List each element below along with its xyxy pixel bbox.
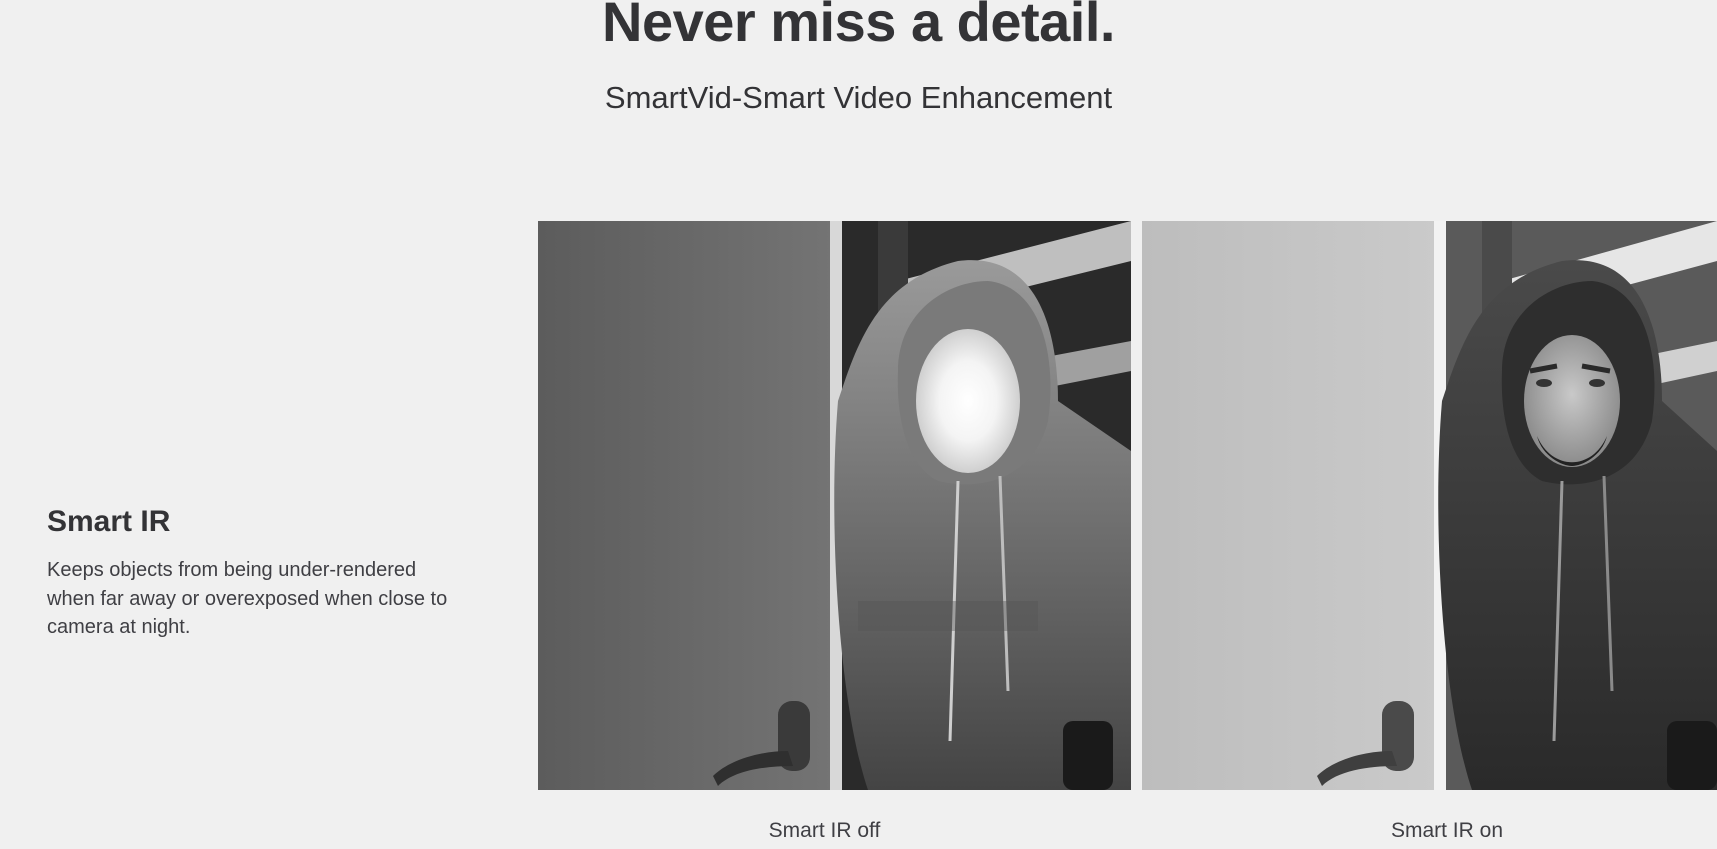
smart-ir-on-photo — [1142, 221, 1717, 790]
smart-ir-on-caption: Smart IR on — [1390, 819, 1504, 842]
feature-description: Keeps objects from being under-rendered … — [47, 559, 448, 638]
page-subtitle: SmartVid-Smart Video Enhancement — [604, 80, 1113, 115]
page-title: Never miss a detail. — [602, 0, 1115, 53]
smart-ir-off-photo — [538, 221, 1131, 790]
smart-ir-off-image — [538, 221, 1131, 790]
page: Never miss a detail. SmartVid-Smart Vide… — [0, 0, 1717, 849]
feature-title: Smart IR — [47, 505, 171, 538]
feature-description-block: Smart IR Keeps objects from being under-… — [47, 502, 467, 642]
smart-ir-off-caption: Smart IR off — [768, 819, 881, 842]
smart-ir-on-image — [1142, 221, 1717, 790]
